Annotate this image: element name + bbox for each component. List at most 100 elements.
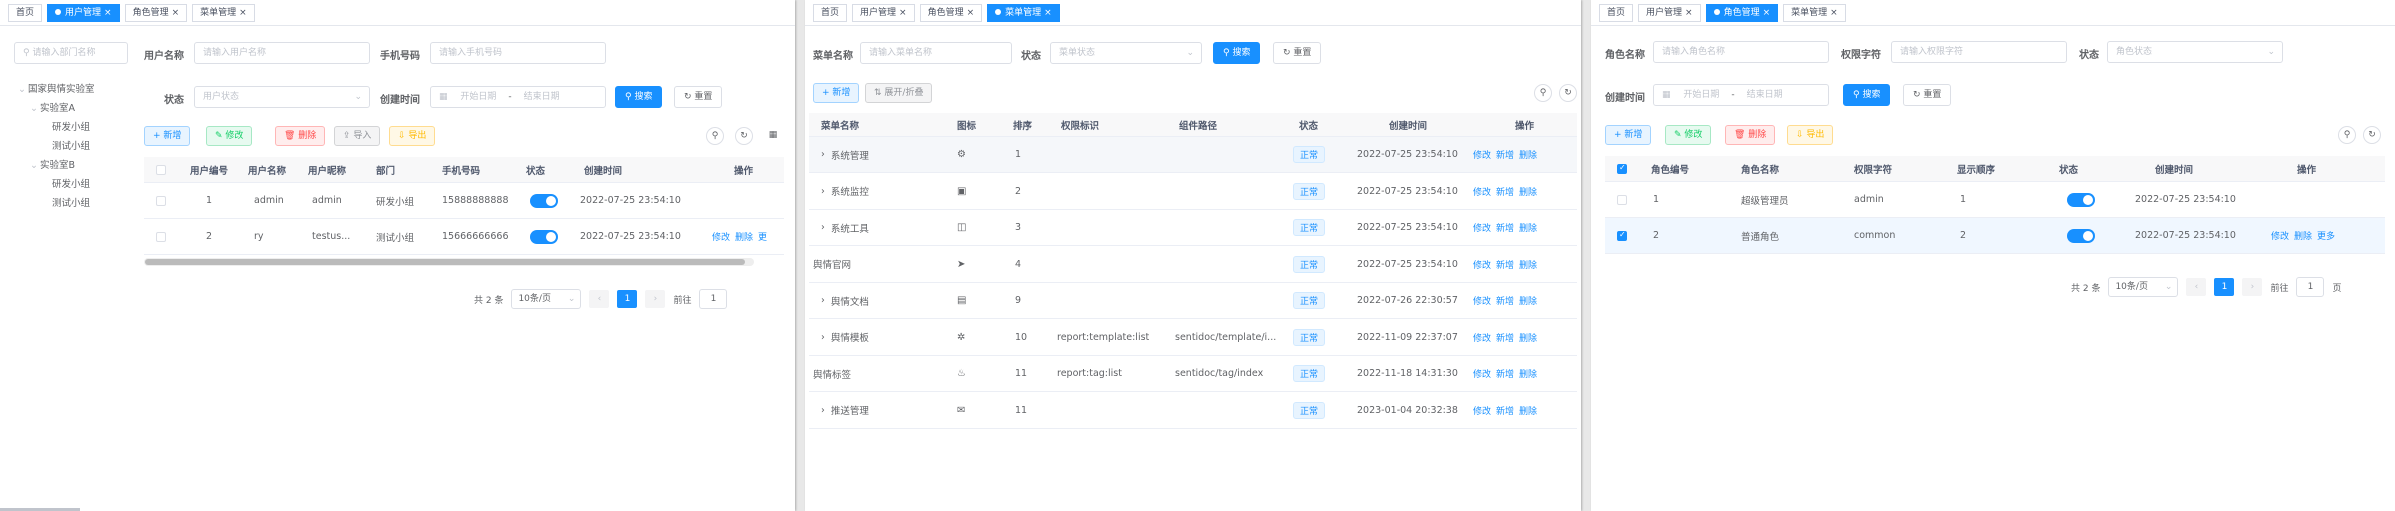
reset-button[interactable]: ↻ 重置 <box>1903 84 1952 106</box>
chevron-right-icon[interactable]: › <box>821 149 825 160</box>
date-range-picker[interactable]: ▦ 开始日期 - 结束日期 <box>1653 84 1829 106</box>
goto-page-input[interactable]: 1 <box>2296 277 2325 297</box>
chevron-right-icon[interactable]: › <box>821 332 825 343</box>
op-link[interactable]: 删除 <box>1519 148 1537 161</box>
status-select[interactable]: 角色状态 ⌄ <box>2107 41 2283 63</box>
tab-2[interactable]: 角色管理 × <box>919 3 983 22</box>
tree-node[interactable]: 测试小组 <box>18 194 95 213</box>
op-link[interactable]: 新增 <box>1496 221 1514 234</box>
op-link[interactable]: 修改 <box>1473 294 1491 307</box>
row-checkbox[interactable] <box>1617 230 1627 241</box>
op-link[interactable]: 修改 <box>1473 367 1491 380</box>
op-link[interactable]: 修改 <box>1473 331 1491 344</box>
op-link[interactable]: 删除 <box>1519 331 1537 344</box>
export-button[interactable]: ⇩ 导出 <box>389 126 436 146</box>
tab-1[interactable]: 用户管理 × <box>47 3 120 22</box>
op-link[interactable]: 修改 <box>1473 404 1491 417</box>
close-icon[interactable]: × <box>899 8 907 18</box>
table-row[interactable]: › 推送管理 ✉ 11 正常 2023-01-04 20:32:38 修改 新增 删除 <box>809 393 1577 429</box>
search-toggle-icon[interactable]: ⚲ <box>2338 126 2356 144</box>
page-1-button[interactable]: 1 <box>2214 278 2235 296</box>
status-switch[interactable] <box>530 229 558 244</box>
op-link[interactable]: 删除 <box>1519 367 1537 380</box>
edit-button[interactable]: ✎ 修改 <box>206 126 253 146</box>
table-row[interactable]: 1 超级管理员 admin 1 2022-07-25 23:54:10 <box>1605 182 2385 218</box>
close-icon[interactable]: × <box>104 8 112 18</box>
tree-node[interactable]: ⌄ 实验室A <box>18 99 95 118</box>
status-switch[interactable] <box>530 193 558 208</box>
table-row[interactable]: › 系统监控 ▣ 2 正常 2022-07-25 23:54:10 修改 新增 删除 <box>809 174 1577 210</box>
select-all-checkbox[interactable] <box>1617 163 1627 174</box>
goto-page-input[interactable]: 1 <box>699 289 728 309</box>
perm-key-input[interactable]: 请输入权限字符 <box>1891 41 2067 63</box>
import-button[interactable]: ⇪ 导入 <box>334 126 381 146</box>
tree-node[interactable]: 测试小组 <box>18 137 95 156</box>
table-row[interactable]: › 舆情文档 ▤ 9 正常 2022-07-26 22:30:57 修改 新增 删除 <box>809 283 1577 319</box>
tab-0[interactable]: 首页 <box>813 3 848 22</box>
op-link[interactable]: 新增 <box>1496 258 1514 271</box>
role-name-input[interactable]: 请输入角色名称 <box>1653 41 1829 63</box>
tree-node[interactable]: 研发小组 <box>18 175 95 194</box>
page-size-select[interactable]: 10条/页 ⌄ <box>511 289 582 309</box>
tab-2[interactable]: 角色管理 × <box>124 3 188 22</box>
refresh-icon[interactable]: ↻ <box>1559 84 1577 102</box>
chevron-down-icon[interactable]: ⌄ <box>30 99 40 118</box>
op-link[interactable]: 删除 <box>1519 258 1537 271</box>
status-select[interactable]: 用户状态 ⌄ <box>194 86 370 108</box>
chevron-right-icon[interactable]: › <box>821 186 825 197</box>
op-link[interactable]: 修改 <box>1473 185 1491 198</box>
chevron-right-icon[interactable]: › <box>821 222 825 233</box>
op-link[interactable]: 新增 <box>1496 404 1514 417</box>
table-row[interactable]: 2 普通角色 common 2 2022-07-25 23:54:10 修改删除更多 <box>1605 218 2385 254</box>
search-toggle-icon[interactable]: ⚲ <box>706 127 724 145</box>
table-row[interactable]: › 系统工具 ◫ 3 正常 2022-07-25 23:54:10 修改 新增 删除 <box>809 210 1577 246</box>
status-switch[interactable] <box>2067 192 2095 207</box>
close-icon[interactable]: × <box>172 8 180 18</box>
search-button[interactable]: ⚲ 搜索 <box>1213 42 1261 64</box>
add-button[interactable]: + 新增 <box>144 126 191 146</box>
op-link[interactable]: 修改 <box>1473 258 1491 271</box>
op-link[interactable]: 删除 <box>2294 229 2312 242</box>
refresh-icon[interactable]: ↻ <box>735 127 753 145</box>
op-link[interactable]: 删除 <box>1519 404 1537 417</box>
reset-button[interactable]: ↻ 重置 <box>674 86 723 108</box>
op-link[interactable]: 更多 <box>2317 229 2335 242</box>
tab-3[interactable]: 菜单管理 × <box>192 3 255 22</box>
prev-page-button[interactable]: ‹ <box>2186 278 2207 296</box>
export-button[interactable]: ⇩ 导出 <box>1787 125 1834 145</box>
row-checkbox[interactable] <box>1617 194 1627 205</box>
table-row[interactable]: 舆情标签 ♨ 11 report:tag:list sentidoc/tag/index… <box>809 356 1577 392</box>
username-input[interactable]: 请输入用户名称 <box>194 42 370 64</box>
search-button[interactable]: ⚲ 搜索 <box>615 86 663 108</box>
tab-3[interactable]: 菜单管理 × <box>987 3 1060 22</box>
chevron-right-icon[interactable]: › <box>821 295 825 306</box>
op-link[interactable]: 修改 <box>1473 221 1491 234</box>
op-link[interactable]: 删除 <box>1519 185 1537 198</box>
reset-button[interactable]: ↻ 重置 <box>1273 42 1322 64</box>
op-link[interactable]: 新增 <box>1496 185 1514 198</box>
op-link[interactable]: 删除 <box>735 230 753 243</box>
add-button[interactable]: + 新增 <box>813 83 860 103</box>
op-link[interactable]: 删除 <box>1519 221 1537 234</box>
next-page-button[interactable]: › <box>645 290 666 308</box>
close-icon[interactable]: × <box>1685 8 1693 18</box>
search-toggle-icon[interactable]: ⚲ <box>1534 84 1552 102</box>
expand-collapse-button[interactable]: ⇅ 展开/折叠 <box>865 83 933 103</box>
chevron-down-icon[interactable]: ⌄ <box>30 156 40 175</box>
date-range-picker[interactable]: ▦ 开始日期 - 结束日期 <box>430 86 606 108</box>
tab-0[interactable]: 首页 <box>1599 3 1634 22</box>
op-link[interactable]: 新增 <box>1496 148 1514 161</box>
op-link[interactable]: 新增 <box>1496 367 1514 380</box>
row-checkbox[interactable] <box>156 195 166 206</box>
op-link[interactable]: 新增 <box>1496 331 1514 344</box>
table-row[interactable]: 2 ry testus... 测试小组 15666666666 2022-07-25 23… <box>144 219 784 255</box>
dept-tree[interactable]: ⌄ 国家舆情实验室 ⌄ 实验室A 研发小组 测试小组 ⌄ 实验室B 研发小组 测试小组 <box>18 80 95 213</box>
delete-button[interactable]: 🗑 删除 <box>275 126 326 146</box>
menu-name-input[interactable]: 请输入菜单名称 <box>860 42 1012 64</box>
op-link[interactable]: 修改 <box>1473 148 1491 161</box>
close-icon[interactable]: × <box>967 8 975 18</box>
tree-node[interactable]: ⌄ 国家舆情实验室 <box>18 80 95 99</box>
add-button[interactable]: + 新增 <box>1605 125 1652 145</box>
columns-icon[interactable]: ▦ <box>764 127 782 145</box>
status-switch[interactable] <box>2067 228 2095 243</box>
